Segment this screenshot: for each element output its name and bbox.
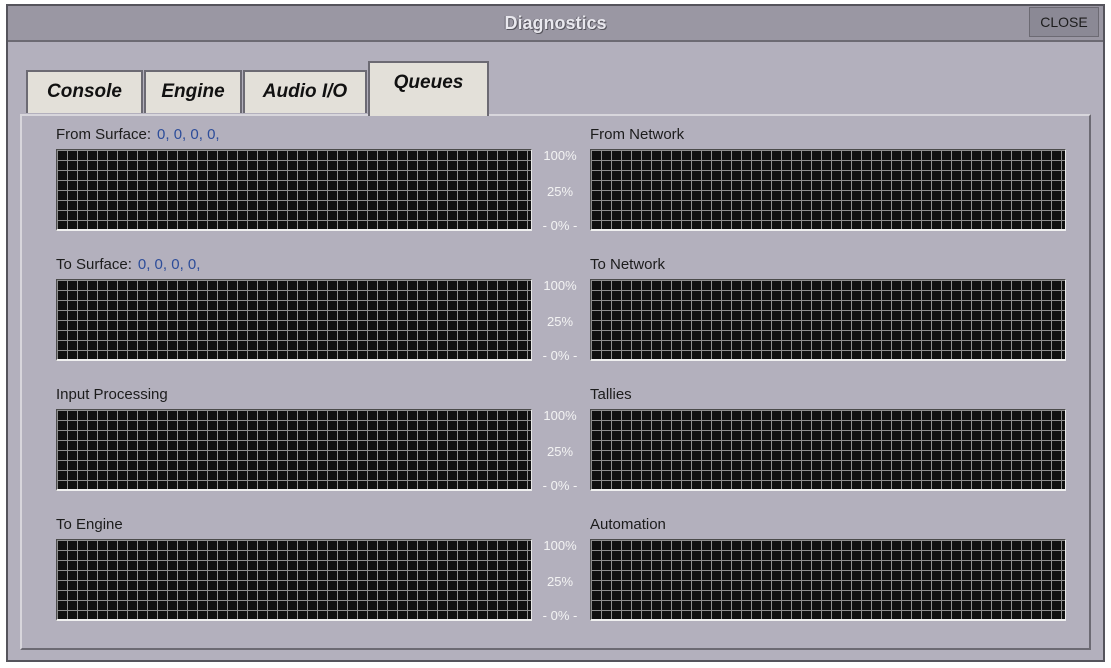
tab-console[interactable]: Console xyxy=(26,70,143,113)
scale-100: 100% xyxy=(543,408,577,423)
to-surface-values: 0, 0, 0, 0, xyxy=(137,256,201,273)
to-engine-graph xyxy=(56,539,532,621)
automation-graph xyxy=(590,539,1066,621)
from-network-label: From Network xyxy=(590,126,685,143)
scale-25: 25% xyxy=(546,444,574,459)
input-processing-label: Input Processing xyxy=(56,386,168,403)
scale-0: - 0% - xyxy=(542,478,578,493)
to-engine-label: To Engine xyxy=(56,516,123,533)
from-surface-graph xyxy=(56,149,532,231)
tab-audio-io[interactable]: Audio I/O xyxy=(243,70,367,113)
to-surface-label: To Surface: 0, 0, 0, 0, xyxy=(56,256,200,273)
to-surface-graph xyxy=(56,279,532,361)
scale-100: 100% xyxy=(543,278,577,293)
to-network-graph xyxy=(590,279,1066,361)
queue-scale: 100% 25% - 0% - xyxy=(532,278,588,363)
scale-100: 100% xyxy=(543,148,577,163)
scale-0: - 0% - xyxy=(542,218,578,233)
tab-queues[interactable]: Queues xyxy=(368,61,489,116)
from-surface-title: From Surface: xyxy=(56,126,152,143)
queues-panel: From Surface: 0, 0, 0, 0, 100% 25% - 0% -… xyxy=(20,114,1091,650)
scale-0: - 0% - xyxy=(542,608,578,623)
queue-scale: 100% 25% - 0% - xyxy=(532,538,588,623)
automation-label: Automation xyxy=(590,516,666,533)
scale-25: 25% xyxy=(546,184,574,199)
close-button[interactable]: CLOSE xyxy=(1029,7,1099,37)
diagnostics-window: Diagnostics CLOSE Console Engine Audio I… xyxy=(6,4,1105,662)
from-surface-label: From Surface: 0, 0, 0, 0, xyxy=(56,126,220,143)
queue-scale: 100% 25% - 0% - xyxy=(532,148,588,233)
to-surface-title: To Surface: xyxy=(56,256,132,273)
scale-25: 25% xyxy=(546,314,574,329)
from-surface-values: 0, 0, 0, 0, xyxy=(157,126,220,143)
input-processing-graph xyxy=(56,409,532,491)
tallies-label: Tallies xyxy=(590,386,632,403)
to-network-label: To Network xyxy=(590,256,666,273)
queue-scale: 100% 25% - 0% - xyxy=(532,408,588,493)
tallies-graph xyxy=(590,409,1066,491)
scale-100: 100% xyxy=(543,538,577,553)
scale-0: - 0% - xyxy=(542,348,578,363)
scale-25: 25% xyxy=(546,574,574,589)
title-bar: Diagnostics CLOSE xyxy=(8,6,1103,42)
window-title: Diagnostics xyxy=(504,13,607,33)
from-network-graph xyxy=(590,149,1066,231)
tab-engine[interactable]: Engine xyxy=(144,70,242,113)
